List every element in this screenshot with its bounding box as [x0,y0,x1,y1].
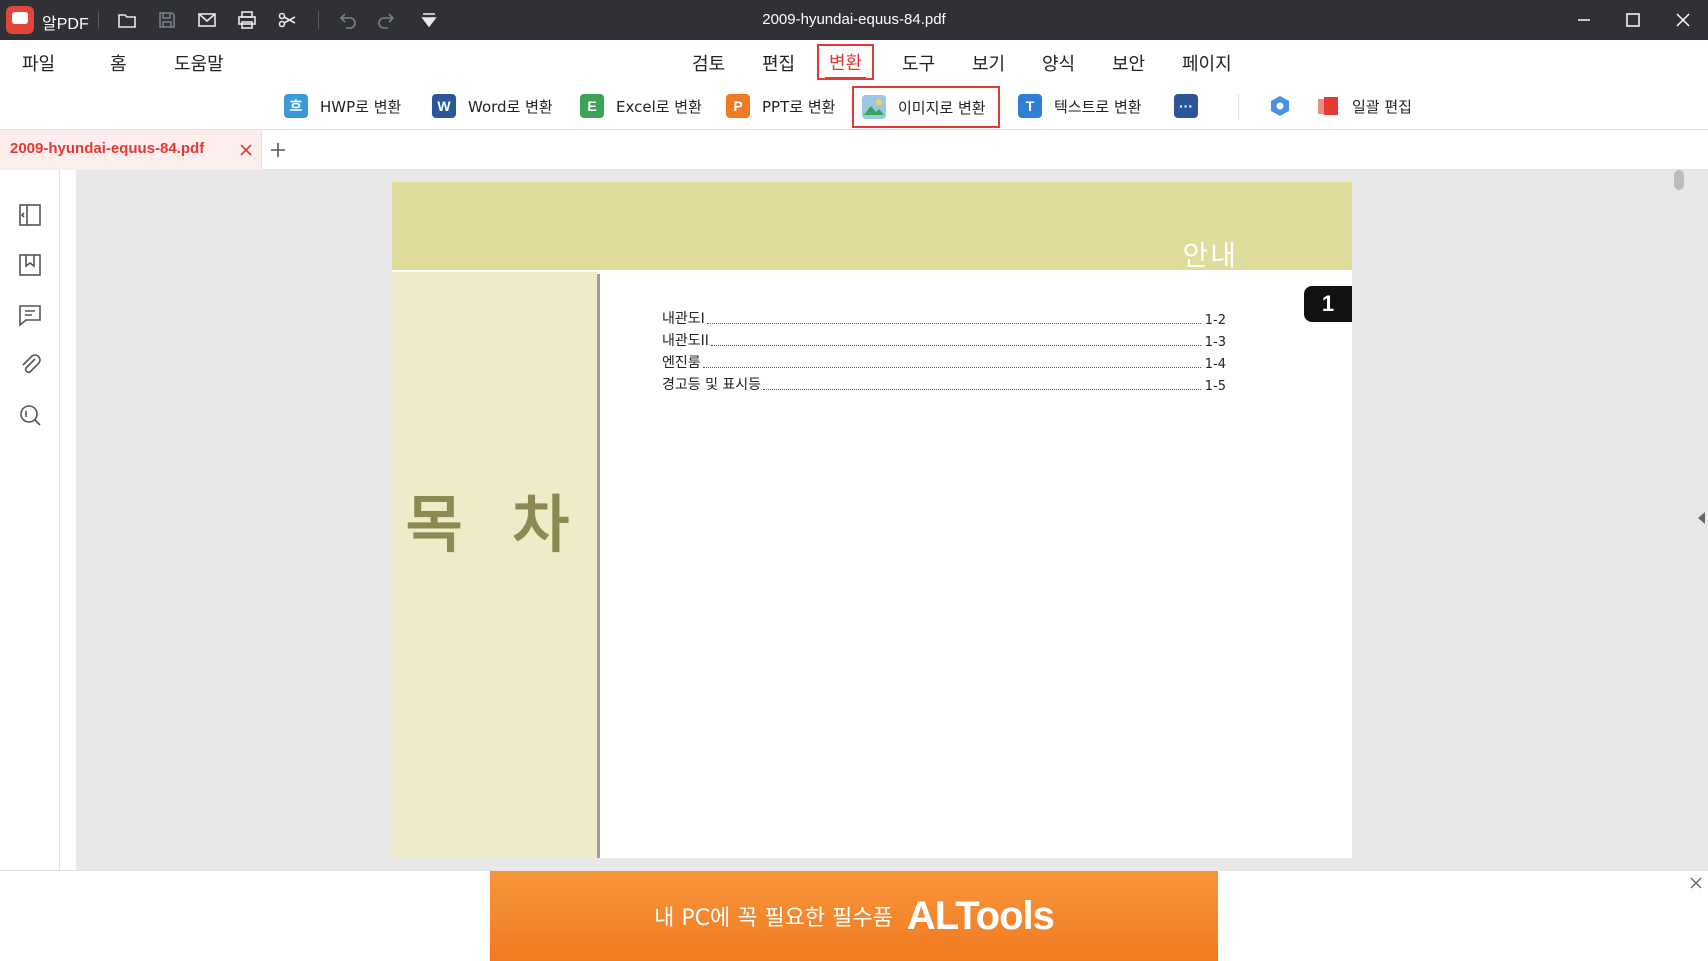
ad-brand: ALTools [906,893,1055,938]
toc-entry[interactable]: 경고등 및 표시등 1-5 [662,372,1226,394]
undo-icon[interactable] [336,9,358,31]
tab-page[interactable]: 페이지 [1176,48,1238,78]
folder-icon[interactable] [116,9,138,31]
toc-entry[interactable]: 엔진룸 1-4 [662,350,1226,372]
viewer-gutter [60,170,76,870]
add-tab-icon[interactable] [268,140,288,160]
hwp-icon: 흐 [284,94,308,118]
convert-word-button[interactable]: W Word로 변환 [432,90,553,122]
toc-leader [706,323,1201,324]
convert-ppt-label: PPT로 변환 [762,97,836,116]
document-tab[interactable]: 2009-hyundai-equus-84.pdf [0,130,262,170]
redo-icon[interactable] [376,9,398,31]
image-icon [862,95,886,119]
app-logo [6,6,34,34]
close-icon[interactable] [1671,8,1695,32]
tab-review[interactable]: 검토 [686,48,731,78]
convert-text-button[interactable]: T 텍스트로 변환 [1018,90,1142,122]
convert-image-label: 이미지로 변환 [898,98,986,117]
toc-entry-title: 엔진룸 [662,355,701,371]
tab-convert[interactable]: 변환 [817,44,875,80]
bookmark-icon[interactable] [17,252,43,278]
tab-convert-label: 변환 [829,53,863,74]
ribbon-divider [1238,94,1239,120]
right-panel-expand-icon[interactable] [1698,512,1705,524]
toc-leader [702,367,1201,368]
settings-hex-button[interactable] [1268,90,1292,122]
tab-tools[interactable]: 도구 [896,48,941,78]
ppt-icon: P [726,94,750,118]
comment-icon[interactable] [17,302,43,328]
ad-bar: 내 PC에 꼭 필요한 필수품 ALTools [0,870,1708,961]
tab-security[interactable]: 보안 [1106,48,1151,78]
toc-leader [710,345,1201,346]
toc-entry[interactable]: 내관도II 1-3 [662,328,1226,350]
toc-entry-title: 내관도I [662,311,705,327]
maximize-icon[interactable] [1621,8,1645,32]
settings-hex-icon [1268,94,1292,118]
menu-bar: 파일 홈 도움말 검토 편집 변환 도구 보기 양식 보안 페이지 [0,40,1708,82]
menu-home[interactable]: 홈 [104,48,133,78]
batch-edit-icon [1316,94,1340,118]
attachment-icon[interactable] [17,352,43,378]
convert-excel-label: Excel로 변환 [616,97,702,116]
toc-entry-title: 경고등 및 표시등 [662,377,762,393]
more-formats-icon: ··· [1174,94,1198,118]
search-icon[interactable] [17,402,43,428]
title-bar: 알PDF 2009-hyundai-equus-84.pdf [0,0,1708,40]
document-tab-label: 2009-hyundai-equus-84.pdf [10,140,205,157]
page-header-title: 안내 [1182,239,1238,272]
chapter-badge: 1 [1304,286,1352,322]
minimize-icon[interactable] [1572,8,1596,32]
tab-forms[interactable]: 양식 [1036,48,1081,78]
toc-entry-page: 1-4 [1204,357,1226,372]
excel-icon: E [580,94,604,118]
word-icon: W [432,94,456,118]
convert-hwp-label: HWP로 변환 [320,97,402,116]
toolbar-divider [318,11,319,29]
convert-hwp-button[interactable]: 흐 HWP로 변환 [284,90,401,122]
panel-toggle-icon[interactable] [17,202,43,228]
toc-entry-page: 1-5 [1204,379,1226,394]
toc-leader [763,389,1201,390]
toc-entry-page: 1-3 [1204,335,1226,350]
convert-text-label: 텍스트로 변환 [1054,97,1142,116]
print-icon[interactable] [236,9,258,31]
ad-close-icon[interactable] [1688,875,1704,891]
convert-image-button[interactable]: 이미지로 변환 [852,86,1000,128]
toc-entry[interactable]: 내관도I 1-2 [662,306,1226,328]
active-tab-indicator [825,77,867,80]
vertical-scrollbar[interactable] [1674,170,1684,190]
page-side-title: 목 차 [405,488,584,561]
table-of-contents: 내관도I 1-2 내관도II 1-3 엔진룸 1-4 경고등 및 표시등 1-5 [662,306,1226,394]
ribbon-toolbar: 흐 HWP로 변환 W Word로 변환 E Excel로 변환 P PPT로 … [0,82,1708,130]
save-icon[interactable] [156,9,178,31]
convert-excel-button[interactable]: E Excel로 변환 [580,90,702,122]
toc-entry-page: 1-2 [1204,313,1226,328]
left-sidebar [0,170,60,870]
menu-help[interactable]: 도움말 [168,48,230,78]
tab-edit[interactable]: 편집 [756,48,801,78]
more-formats-button[interactable]: ··· [1174,90,1198,122]
toolbar-divider [98,11,99,29]
customize-icon[interactable] [418,9,440,31]
menu-file[interactable]: 파일 [16,48,61,78]
toc-entry-title: 내관도II [662,333,709,349]
page-side-column [392,270,597,858]
ad-banner[interactable]: 내 PC에 꼭 필요한 필수품 ALTools [490,871,1218,961]
document-tab-bar: 2009-hyundai-equus-84.pdf [0,130,1708,170]
text-icon: T [1018,94,1042,118]
convert-word-label: Word로 변환 [468,97,553,116]
scissors-icon[interactable] [276,9,298,31]
convert-ppt-button[interactable]: P PPT로 변환 [726,90,835,122]
tab-view[interactable]: 보기 [966,48,1011,78]
page-side-divider [597,274,600,858]
close-tab-icon[interactable] [238,142,254,158]
pdf-page: 안내 목 차 1 내관도I 1-2 내관도II 1-3 엔진룸 1-4 경고등 … [392,182,1352,858]
batch-edit-button[interactable]: 일괄 편집 [1316,90,1412,122]
ad-text: 내 PC에 꼭 필요한 필수품 [654,906,893,931]
app-name: 알PDF [42,16,89,33]
mail-icon[interactable] [196,9,218,31]
batch-edit-label: 일괄 편집 [1352,97,1412,116]
